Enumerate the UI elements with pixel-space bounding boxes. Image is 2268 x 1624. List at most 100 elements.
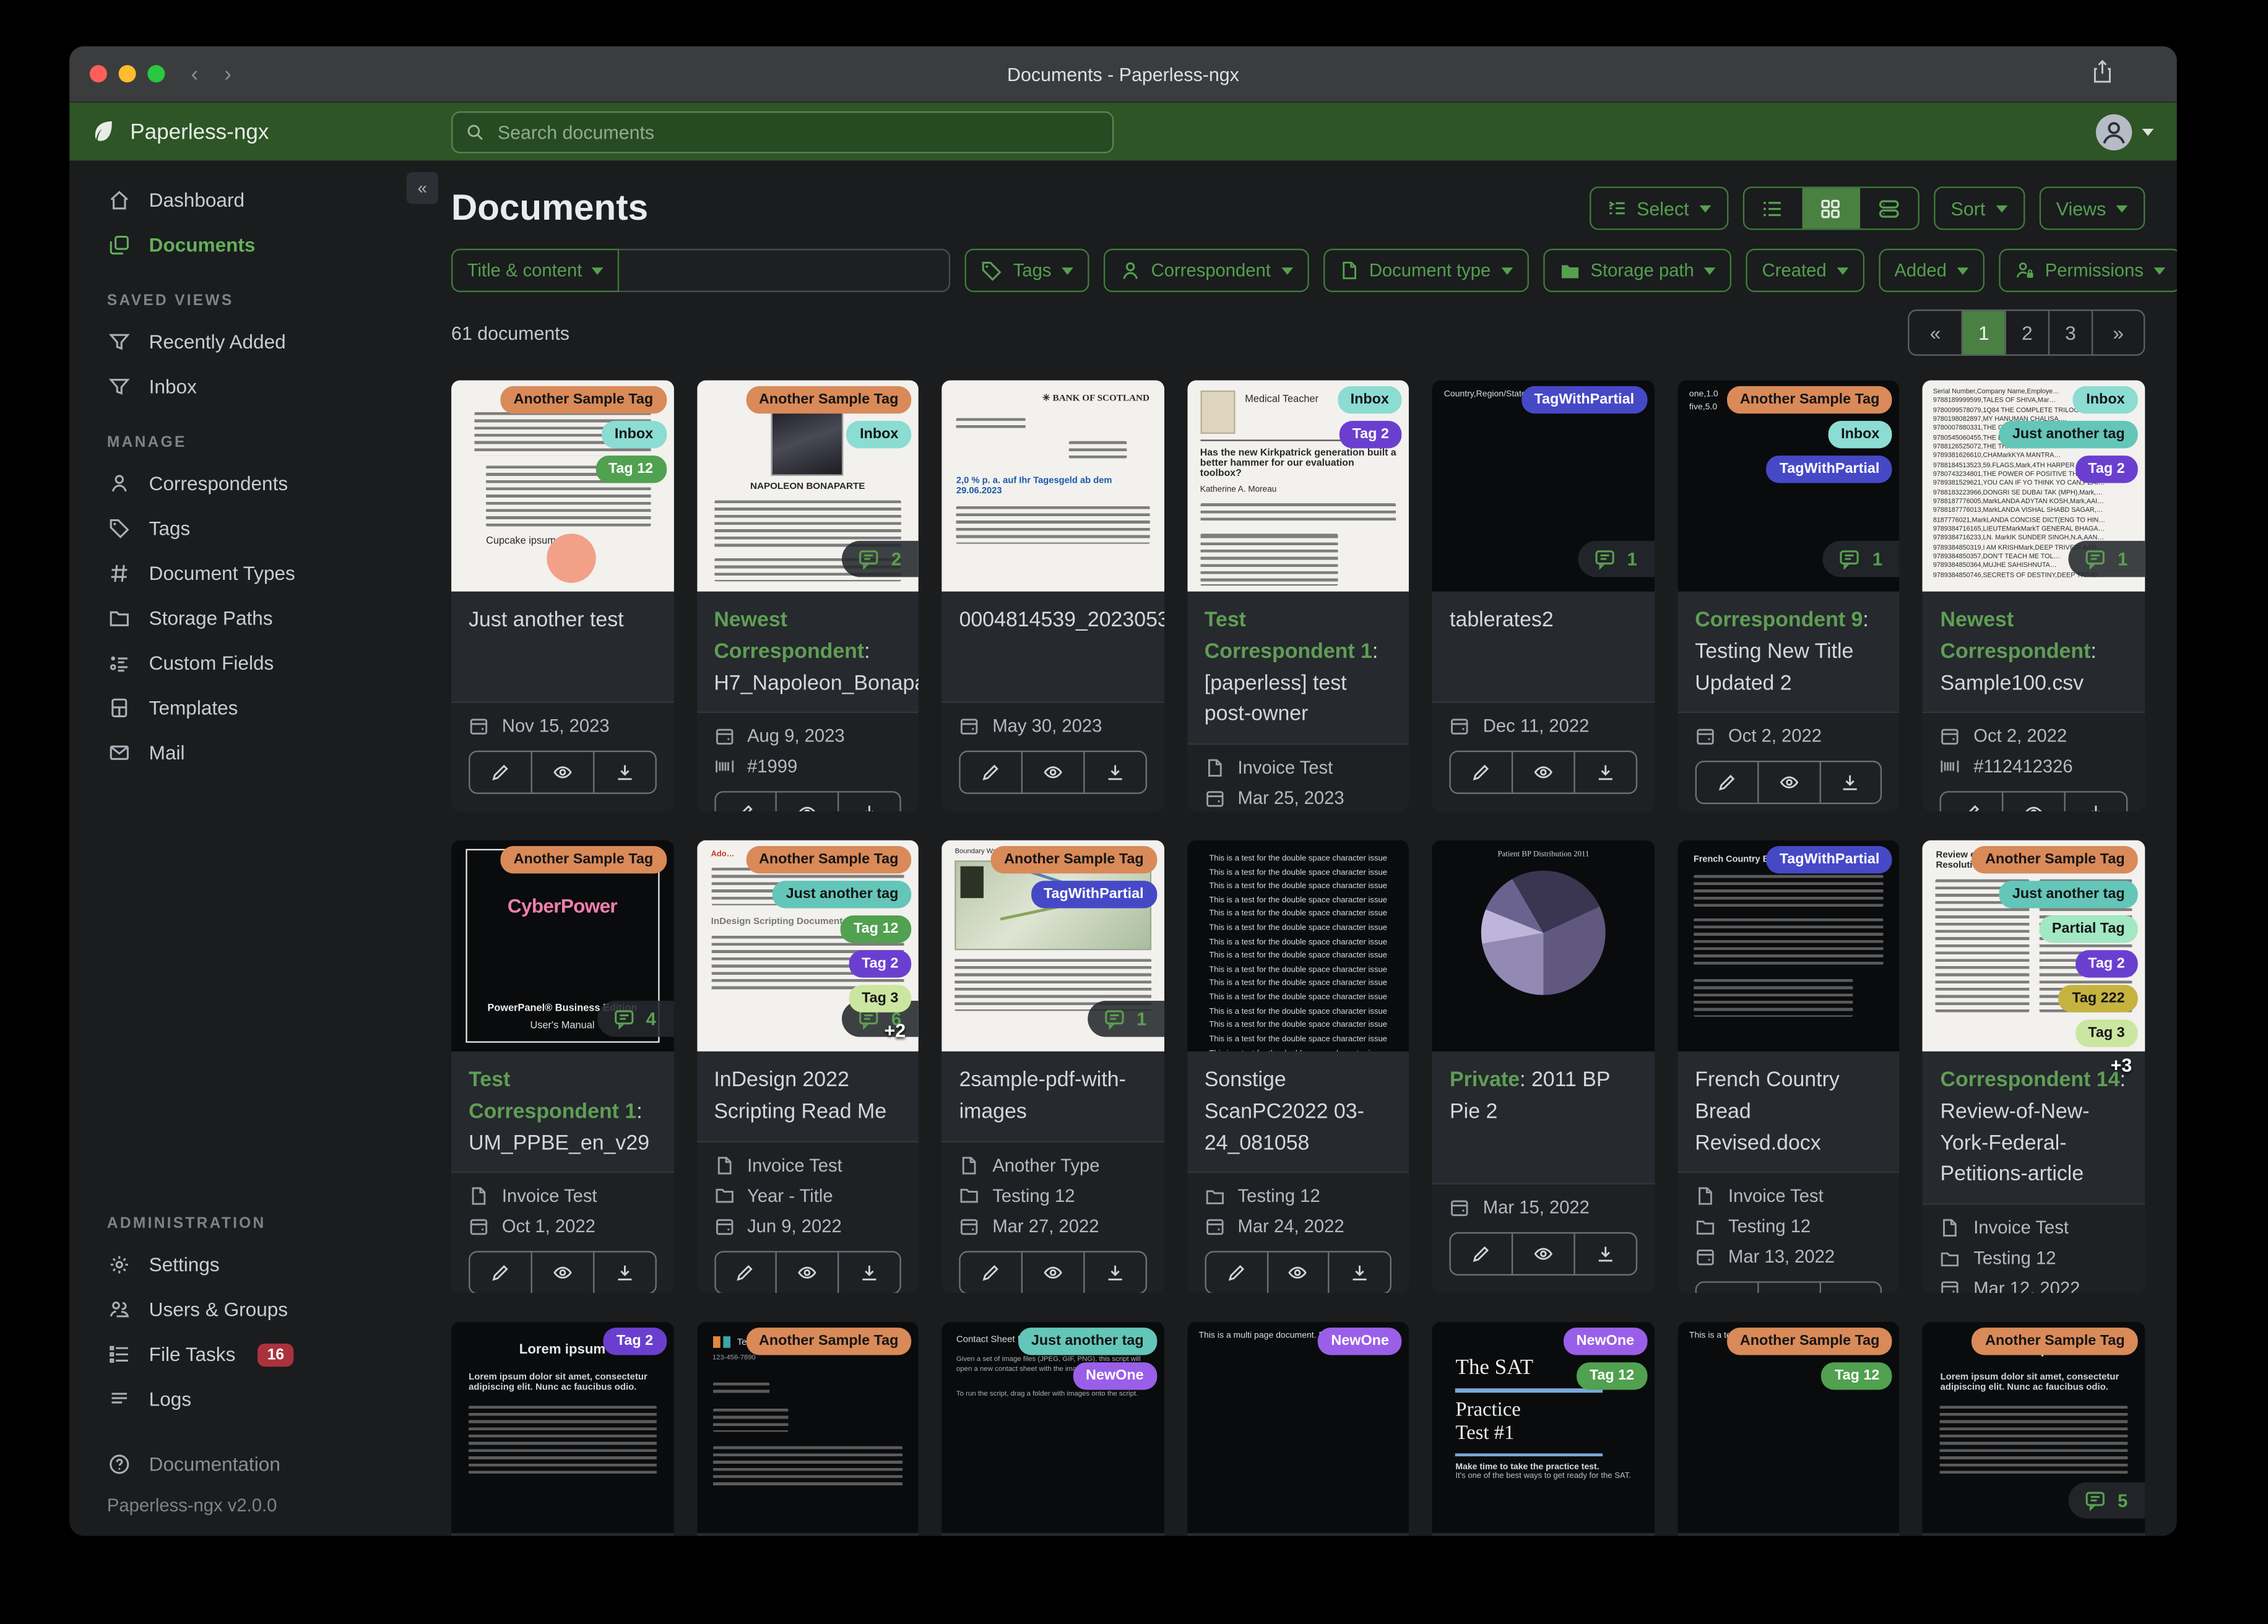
pagination-page-2[interactable]: 2	[2004, 311, 2048, 355]
document-card[interactable]: Serial Number,Company Name,Employe… 97881…	[1923, 380, 2145, 811]
pagination-page-1[interactable]: 1	[1961, 311, 2005, 355]
tag-badge[interactable]: Another Sample Tag	[745, 386, 912, 414]
view-document-button[interactable]	[1757, 762, 1819, 803]
document-correspondent[interactable]: Newest Correspondent	[1941, 609, 2091, 663]
notes-count-badge[interactable]: 4	[597, 1001, 673, 1037]
sidebar-item-settings[interactable]: Settings	[69, 1242, 419, 1287]
select-dropdown[interactable]: Select	[1589, 186, 1728, 230]
tag-badge[interactable]: Inbox	[847, 420, 912, 449]
sidebar-item-users-groups[interactable]: Users & Groups	[69, 1287, 419, 1332]
download-document-button[interactable]	[592, 752, 654, 793]
pagination-page-3[interactable]: 3	[2048, 311, 2092, 355]
tag-badge[interactable]: Just another tag	[1999, 881, 2138, 909]
edit-document-button[interactable]	[961, 752, 1021, 792]
document-card[interactable]: ✳ BANK OF SCOTLAND 2,0 % p. a. auf Ihr T…	[941, 380, 1164, 811]
download-document-button[interactable]	[1819, 1283, 1881, 1294]
sidebar-item-templates[interactable]: Templates	[69, 686, 419, 730]
added-filter-dropdown[interactable]: Added	[1878, 248, 1984, 293]
document-correspondent[interactable]: Test Correspondent 1	[469, 1069, 636, 1123]
pagination-first-button[interactable]: «	[1909, 311, 1961, 354]
document-card[interactable]: This is a test Another Sample Tag Tag 12	[1677, 1321, 1900, 1536]
edit-document-button[interactable]	[1697, 762, 1757, 803]
view-document-button[interactable]	[1266, 1253, 1328, 1294]
edit-document-button[interactable]	[1942, 793, 2002, 811]
view-document-button[interactable]	[530, 1253, 592, 1294]
tag-badge[interactable]: Partial Tag	[2038, 915, 2138, 943]
edit-document-button[interactable]	[470, 752, 530, 792]
tag-badge[interactable]: NewOne	[1073, 1362, 1157, 1390]
tag-badge[interactable]: Tag 12	[1576, 1362, 1648, 1390]
title-content-dropdown[interactable]: Title & content	[451, 248, 620, 293]
document-title[interactable]: Test Correspondent 1: [paperless] test p…	[1187, 591, 1409, 744]
notes-count-badge[interactable]: 1	[1823, 540, 1900, 577]
tag-badge[interactable]: Another Sample Tag	[745, 1328, 912, 1355]
edit-document-button[interactable]	[1451, 1233, 1512, 1274]
download-document-button[interactable]	[1083, 752, 1145, 793]
download-document-button[interactable]	[1573, 752, 1635, 793]
document-title[interactable]: 2sample-pdf-with-images	[941, 1051, 1164, 1141]
sidebar-item-inbox[interactable]: Inbox	[69, 365, 419, 409]
document-card[interactable]: Lorem ipsum Lorem ipsum dolor sit amet, …	[1923, 1321, 2145, 1536]
sort-dropdown[interactable]: Sort	[1933, 186, 2025, 230]
tag-badge[interactable]: Tag 12	[595, 456, 667, 483]
download-document-button[interactable]	[838, 793, 900, 811]
document-title[interactable]: Private: 2011 BP Pie 2	[1432, 1051, 1655, 1183]
created-filter-dropdown[interactable]: Created	[1746, 248, 1864, 293]
tag-badge[interactable]: Inbox	[1828, 420, 1893, 449]
sidebar-item-storage-paths[interactable]: Storage Paths	[69, 596, 419, 641]
document-card[interactable]: Review of Arbitral Awards Shows Swift Re…	[1923, 840, 2145, 1294]
tag-badge[interactable]: Another Sample Tag	[745, 845, 912, 874]
tag-badge[interactable]: Another Sample Tag	[500, 845, 667, 874]
view-mode-grid-button[interactable]	[1801, 188, 1860, 229]
document-correspondent[interactable]: Correspondent 9	[1695, 609, 1863, 632]
document-title[interactable]: Newest Correspondent: H7_Napoleon_Bonapa…	[696, 591, 919, 712]
notes-count-badge[interactable]: 1	[2068, 540, 2145, 577]
tag-badge[interactable]: Tag 3	[849, 985, 912, 1013]
download-document-button[interactable]	[592, 1253, 654, 1294]
document-title[interactable]: Test Correspondent 1: UM_PPBE_en_v29	[451, 1051, 673, 1172]
download-document-button[interactable]	[2064, 793, 2126, 811]
download-document-button[interactable]	[1573, 1233, 1635, 1274]
document-title[interactable]: Newest Correspondent: Sample100.csv	[1923, 591, 2145, 712]
view-document-button[interactable]	[1512, 1233, 1573, 1274]
tag-badge[interactable]: Another Sample Tag	[500, 386, 667, 414]
tag-badge[interactable]: Another Sample Tag	[1972, 845, 2138, 874]
document-title[interactable]: 0004814539_20230531	[941, 591, 1164, 702]
document-thumbnail[interactable]: ✳ BANK OF SCOTLAND 2,0 % p. a. auf Ihr T…	[941, 380, 1164, 592]
edit-document-button[interactable]	[716, 793, 776, 811]
view-document-button[interactable]	[1512, 752, 1573, 793]
download-document-button[interactable]	[838, 1251, 900, 1292]
views-dropdown[interactable]: Views	[2038, 186, 2145, 230]
title-content-input[interactable]	[620, 248, 951, 293]
document-thumbnail[interactable]: Patient BP Distribution 2011	[1432, 840, 1655, 1052]
tag-badge[interactable]: Just another tag	[773, 881, 912, 909]
tag-badge[interactable]: Just another tag	[1999, 420, 2138, 449]
sidebar-item-custom-fields[interactable]: Custom Fields	[69, 641, 419, 685]
tag-badge[interactable]: Tag 2	[849, 950, 912, 978]
tag-badge[interactable]: TagWithPartial	[1766, 845, 1893, 874]
document-correspondent[interactable]: Test Correspondent 1	[1205, 609, 1372, 663]
tag-badge[interactable]: Tag 2	[2075, 950, 2138, 978]
tag-badge[interactable]: Another Sample Tag	[1726, 1328, 1893, 1355]
global-search[interactable]	[451, 110, 1114, 153]
edit-document-button[interactable]	[961, 1251, 1021, 1292]
tag-badge[interactable]: Tag 2	[603, 1328, 667, 1355]
tag-badge[interactable]: Inbox	[601, 420, 667, 449]
sidebar-item-mail[interactable]: Mail	[69, 730, 419, 775]
document-title[interactable]: Sonstige ScanPC2022 03-24_081058	[1187, 1051, 1409, 1172]
document-title[interactable]: InDesign 2022 Scripting Read Me	[696, 1051, 919, 1141]
sidebar-item-document-types[interactable]: Document Types	[69, 551, 419, 595]
view-document-button[interactable]	[2002, 793, 2064, 811]
tag-badge[interactable]: Tag 12	[841, 915, 912, 943]
document-title[interactable]: tablerates2	[1432, 591, 1655, 702]
notes-count-badge[interactable]: 5	[2068, 1482, 2145, 1519]
edit-document-button[interactable]	[1451, 752, 1512, 792]
tag-badge[interactable]: TagWithPartial	[1766, 456, 1893, 483]
sidebar-item-tags[interactable]: Tags	[69, 506, 419, 551]
edit-document-button[interactable]	[470, 1253, 530, 1293]
sidebar-item-recently-added[interactable]: Recently Added	[69, 319, 419, 364]
document-title[interactable]: Correspondent 9: Testing New Title Updat…	[1677, 591, 1900, 712]
view-document-button[interactable]	[530, 752, 592, 793]
document-card[interactable]: This is a multi page document. Page 1. Ne…	[1187, 1321, 1409, 1536]
document-card[interactable]: Contact Sheet Demo Given a set of image …	[941, 1321, 1164, 1536]
